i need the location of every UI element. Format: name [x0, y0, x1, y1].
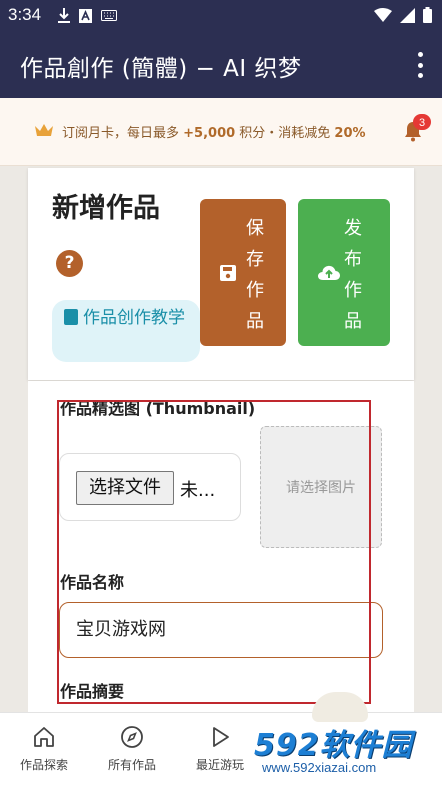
promo-points: +5,000 [183, 126, 236, 141]
name-label: 作品名称 [60, 573, 125, 592]
file-status: 未... [180, 480, 216, 501]
help-icon[interactable]: ? [56, 250, 83, 277]
watermark-logo: 592软件园 [254, 728, 413, 763]
status-time: 3:34 [8, 5, 42, 24]
app-title: 作品創作 (簡體) − AI 织梦 [20, 56, 302, 82]
wifi-icon [374, 8, 392, 22]
play-icon [213, 727, 229, 747]
file-picker[interactable]: 选择文件 未... [59, 453, 241, 521]
publish-button[interactable]: 发布作品 [298, 199, 390, 346]
name-input[interactable]: 宝贝游戏网 [59, 602, 383, 658]
svg-text:3: 3 [419, 117, 425, 129]
font-icon [79, 8, 92, 23]
publish-label: 发布作品 [344, 218, 362, 332]
signal-icon [400, 7, 415, 23]
cloud-upload-icon [318, 265, 340, 280]
nav-explore[interactable]: 作品探索 [0, 713, 88, 785]
status-system-icons [374, 7, 432, 23]
save-button[interactable]: 保存作品 [200, 199, 286, 346]
new-work-header-card: 新增作品 ? 作品创作教学 保存作品 发布作品 [28, 168, 414, 380]
nav-all-works[interactable]: 所有作品 [88, 713, 176, 785]
notification-badge: 3 [413, 114, 431, 130]
subscription-banner[interactable]: 订阅月卡，每日最多 +5,000 积分・消耗减免 20% [0, 98, 442, 166]
overflow-menu-icon[interactable] [416, 52, 424, 78]
thumbnail-label: 作品精选图 (Thumbnail) [60, 399, 256, 418]
home-icon [34, 727, 54, 747]
page-title: 新增作品 [52, 193, 160, 224]
watermark-url: www.592xiazai.com [262, 760, 377, 775]
promo-discount: 20% [334, 126, 366, 141]
nav-explore-label: 作品探索 [19, 758, 68, 772]
nav-all-works-label: 所有作品 [107, 758, 156, 772]
choose-file-button[interactable]: 选择文件 [76, 471, 174, 505]
status-bar: 3:34 [0, 0, 442, 32]
app-bar: 作品創作 (簡體) − AI 织梦 [0, 32, 442, 98]
watermark: 592软件园 www.592xiazai.com [250, 692, 442, 785]
tutorial-label: 作品创作教学 [83, 308, 185, 328]
promo-text: 订阅月卡，每日最多 +5,000 积分・消耗减免 20% [62, 126, 366, 141]
compass-icon [121, 726, 143, 748]
battery-icon [423, 7, 432, 23]
keyboard-icon [101, 10, 117, 21]
work-form: 作品精选图 (Thumbnail) 选择文件 未... 请选择图片 作品名称 宝… [28, 381, 414, 713]
save-icon [220, 265, 236, 281]
save-label: 保存作品 [246, 218, 264, 332]
status-notification-icons [58, 8, 117, 23]
download-icon [58, 8, 70, 23]
crown-icon [35, 124, 53, 136]
tutorial-link[interactable]: 作品创作教学 [52, 300, 200, 362]
book-icon [64, 309, 78, 325]
image-preview[interactable]: 请选择图片 [260, 426, 382, 548]
summary-label: 作品摘要 [60, 682, 125, 701]
